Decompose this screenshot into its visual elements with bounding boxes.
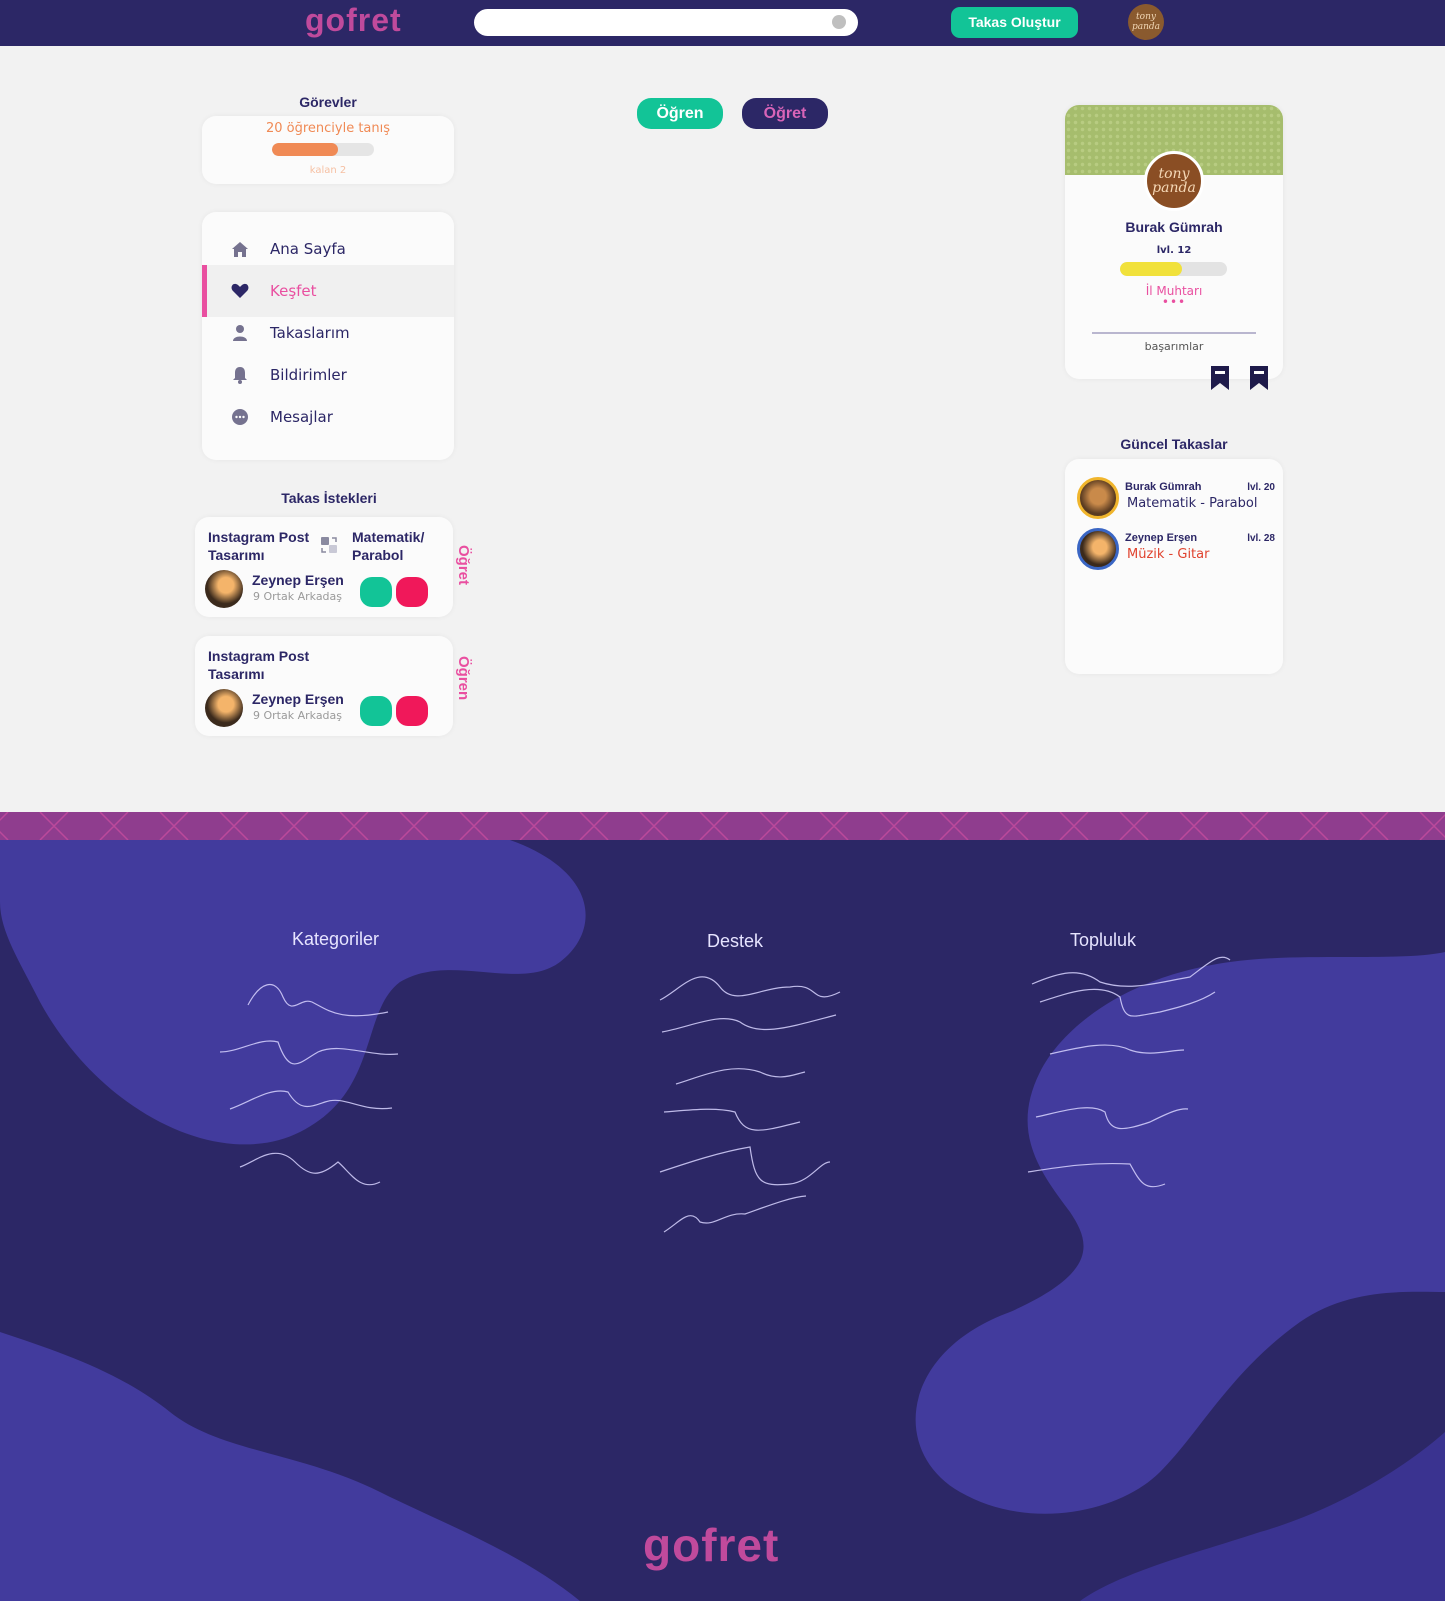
achievements-label[interactable]: başarımlar (1065, 340, 1283, 353)
sidebar-item-messages[interactable]: Mesajlar (202, 391, 454, 443)
sidebar-item-label: Bildirimler (270, 366, 347, 384)
xp-fill (1120, 262, 1183, 276)
recent-swaps-title: Güncel Takaslar (1120, 436, 1228, 452)
chat-icon (230, 407, 250, 427)
recent-name[interactable]: Burak Gümrah (1125, 481, 1201, 493)
sidebar-item-label: Keşfet (270, 282, 317, 300)
recent-skill: Müzik - Gitar (1127, 547, 1210, 562)
bookmark-icon[interactable] (1209, 364, 1231, 392)
requester-avatar[interactable] (205, 570, 243, 608)
recent-avatar[interactable] (1077, 477, 1119, 519)
task-text: 20 öğrenciyle tanış (265, 121, 391, 136)
recent-swap-item[interactable]: Burak Gümrah lvl. 20 Matematik - Parabol (1077, 477, 1275, 521)
recent-skill: Matematik - Parabol (1127, 496, 1258, 511)
bookmark-icon[interactable] (1248, 364, 1270, 392)
swap-request-card[interactable]: Instagram Post Tasarımı Matematik/ Parab… (195, 517, 472, 617)
wanted-skill-line: Matematik/ (352, 529, 425, 545)
profile-card: tony panda Burak Gümrah lvl. 12 İl Muhta… (1065, 105, 1283, 379)
user-icon (230, 323, 250, 343)
home-icon (230, 239, 250, 259)
recent-level: lvl. 28 (1247, 533, 1275, 544)
wanted-skill-line: Parabol (352, 547, 404, 563)
sidebar-item-label: Ana Sayfa (270, 240, 346, 258)
sidebar-item-label: Mesajlar (270, 408, 333, 426)
recent-name[interactable]: Zeynep Erşen (1125, 532, 1197, 544)
swap-requests-title: Takas İstekleri (281, 490, 377, 506)
divider (1092, 332, 1256, 334)
offer-skill-line: Tasarımı (208, 547, 265, 563)
sidebar-nav: Ana Sayfa Keşfet Takaslarım Bildirimler … (202, 212, 454, 460)
footer-logo[interactable]: gofret (643, 1518, 779, 1572)
xp-bar (1120, 262, 1227, 276)
requester-name[interactable]: Zeynep Erşen (252, 572, 344, 588)
wanted-skill: Matematik/ Parabol (352, 528, 424, 564)
recent-swaps-card: Burak Gümrah lvl. 20 Matematik - Parabol… (1065, 459, 1283, 674)
footer-heading-community[interactable]: Topluluk (1070, 930, 1136, 951)
accept-button[interactable] (360, 577, 392, 607)
reject-button[interactable] (396, 696, 428, 726)
task-progress-bar (272, 143, 374, 156)
offer-skill-line: Instagram Post (208, 529, 310, 545)
search-icon[interactable] (832, 15, 846, 29)
more-dots[interactable]: ••• (1065, 295, 1283, 309)
offer-skill: Instagram Post Tasarımı (208, 528, 309, 564)
profile-name[interactable]: Burak Gümrah (1065, 219, 1283, 235)
sidebar-item-label: Takaslarım (270, 324, 350, 342)
offer-skill-line: Tasarımı (208, 666, 265, 682)
footer: Kategoriler Destek Topluluk gofret (0, 812, 1445, 1601)
mutual-friends: 9 Ortak Arkadaş (253, 709, 343, 722)
recent-avatar[interactable] (1077, 528, 1119, 570)
tasks-card: 20 öğrenciyle tanış kalan 2 (202, 116, 454, 184)
reject-button[interactable] (396, 577, 428, 607)
request-type-label: Öğren (455, 656, 472, 701)
create-swap-button[interactable]: Takas Oluştur (951, 7, 1078, 38)
avatar[interactable]: tony panda (1128, 4, 1164, 40)
footer-heading-support[interactable]: Destek (707, 931, 763, 952)
task-progress-fill (272, 143, 339, 156)
search-input[interactable] (474, 9, 858, 36)
top-bar: gofret Takas Oluştur tony panda (0, 0, 1445, 46)
footer-stripe (0, 812, 1445, 840)
bell-icon (230, 365, 250, 385)
profile-level: lvl. 12 (1156, 245, 1192, 256)
heart-icon (230, 281, 250, 301)
profile-avatar[interactable]: tony panda (1144, 151, 1204, 211)
learn-toggle[interactable]: Öğren (637, 98, 723, 129)
recent-level: lvl. 20 (1247, 482, 1275, 493)
logo[interactable]: gofret (305, 2, 402, 39)
offer-skill-line: Instagram Post (208, 648, 310, 664)
request-type-label: Öğret (455, 545, 472, 586)
accept-button[interactable] (360, 696, 392, 726)
recent-swap-item[interactable]: Zeynep Erşen lvl. 28 Müzik - Gitar (1077, 528, 1275, 572)
swap-icon (319, 535, 339, 555)
footer-heading-categories[interactable]: Kategoriler (292, 929, 379, 950)
offer-skill: Instagram Post Tasarımı (208, 647, 309, 683)
teach-toggle[interactable]: Öğret (742, 98, 828, 129)
tasks-title: Görevler (299, 94, 357, 110)
swap-request-card[interactable]: Instagram Post Tasarımı Zeynep Erşen 9 O… (195, 636, 472, 736)
requester-name[interactable]: Zeynep Erşen (252, 691, 344, 707)
mutual-friends: 9 Ortak Arkadaş (253, 590, 343, 603)
requester-avatar[interactable] (205, 689, 243, 727)
task-remaining: kalan 2 (309, 165, 347, 176)
